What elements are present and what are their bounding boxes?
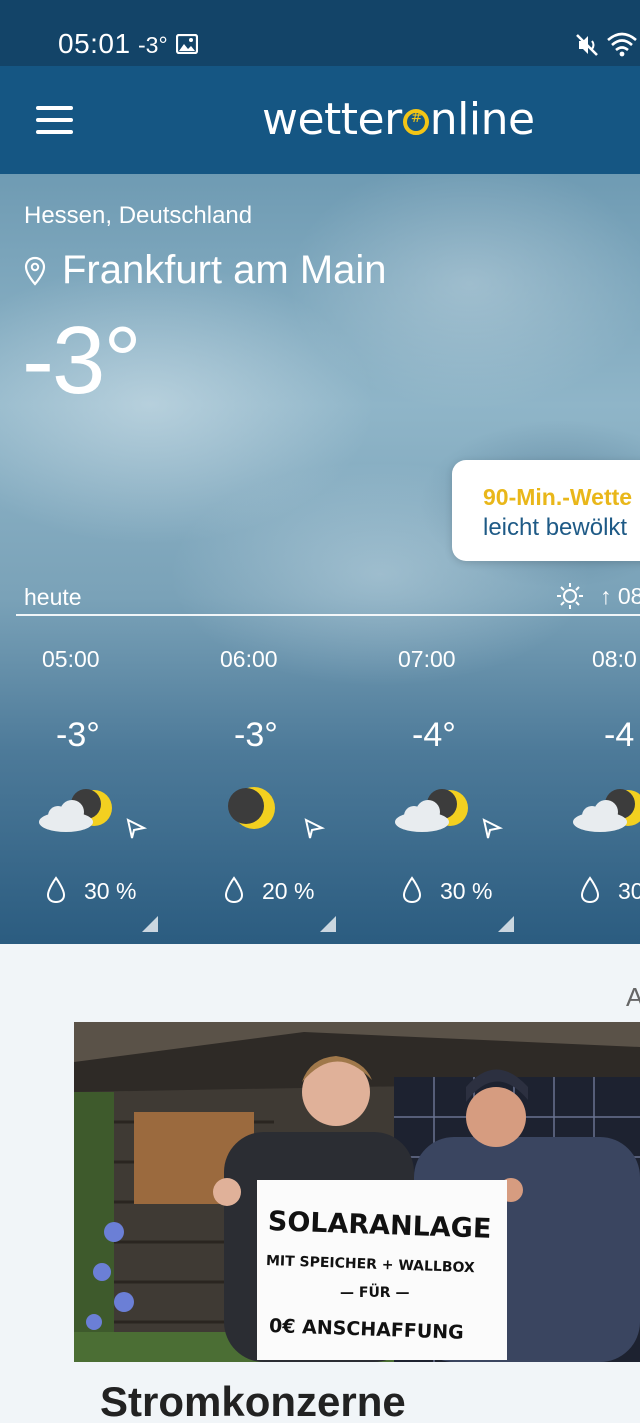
precipitation-drop-icon [580,876,600,904]
status-bar: 05:01 -3° [0,0,640,66]
expand-corner-icon [142,916,158,932]
cloud-moon-icon [395,789,468,832]
sun-icon [557,583,583,609]
cloud-moon-icon [573,789,640,832]
mute-icon [576,34,598,56]
moon-icon [228,787,275,829]
news-card[interactable]: SOLARANLAGE MIT SPEICHER + WALLBOX — FÜR… [74,1022,640,1423]
hour-time: 05:00 [42,646,100,672]
wetteronline-logo[interactable]: wetter nline [262,93,535,145]
city-name[interactable]: Frankfurt am Main [62,248,387,293]
precipitation-probability: 20 % [262,878,315,904]
current-temperature: -3° [22,307,142,414]
wind-direction-icon [482,818,504,839]
wind-direction-icon [126,818,148,839]
precipitation-probability: 30 % [84,878,137,904]
expand-corner-icon [320,916,336,932]
nowcast-description: leicht bewölkt [483,514,628,541]
status-time: 05:01 [58,28,131,59]
hour-temperature: -4° [412,716,456,754]
hourly-forecast-item[interactable]: 08:0 -4 30 [534,616,640,936]
sign-line-3: — FÜR — [340,1283,409,1301]
region-label: Hessen, Deutschland [24,202,253,229]
hourly-forecast-item[interactable]: 07:00 -4° 30 % [356,616,534,936]
precipitation-drop-icon [46,876,66,904]
status-temperature: -3° [138,32,168,58]
logo-text-prefix: wetter [262,93,402,145]
image-notification-icon [176,34,198,54]
news-photo: SOLARANLAGE MIT SPEICHER + WALLBOX — FÜR… [74,1022,640,1362]
nowcast-title: 90-Min.-Wette [483,484,633,510]
news-headline: Stromkonzerne [100,1378,406,1423]
expand-corner-icon [498,916,514,932]
cloud-moon-icon [39,789,112,832]
wifi-icon [607,32,637,57]
precipitation-drop-icon [402,876,422,904]
hour-time: 08:0 [592,646,637,672]
precipitation-probability: 30 % [440,878,493,904]
hourly-forecast-item[interactable]: 05:00 -3° 30 % [0,616,178,936]
precipitation-drop-icon [224,876,244,904]
hour-temperature: -4 [604,716,635,754]
section-heading: A [626,982,640,1012]
current-weather-panel: Hessen, Deutschland Frankfurt am Main -3… [0,174,640,944]
app-header: wetter nline [0,66,640,174]
day-label: heute [24,584,82,610]
wind-direction-icon [304,818,326,839]
news-section: A SOLARANLAGE MIT SPEICHER + WALLBOX — F… [0,944,640,1423]
logo-text-suffix: nline [429,93,535,145]
hour-temperature: -3° [234,716,278,754]
hourly-forecast-item[interactable]: 06:00 -3° 20 % [178,616,356,936]
hour-time: 06:00 [220,646,278,672]
location-pin-icon [24,256,46,286]
precipitation-probability: 30 [618,878,640,904]
news-headline-bar: Stromkonzerne [74,1362,640,1423]
sunrise-time: ↑ 08 [600,583,640,609]
hour-temperature: -3° [56,716,100,754]
hour-time: 07:00 [398,646,456,672]
nowcast-card[interactable]: 90-Min.-Wette leicht bewölkt [452,460,640,561]
hamburger-menu-button[interactable] [36,106,74,136]
logo-sun-o-icon [402,109,429,135]
